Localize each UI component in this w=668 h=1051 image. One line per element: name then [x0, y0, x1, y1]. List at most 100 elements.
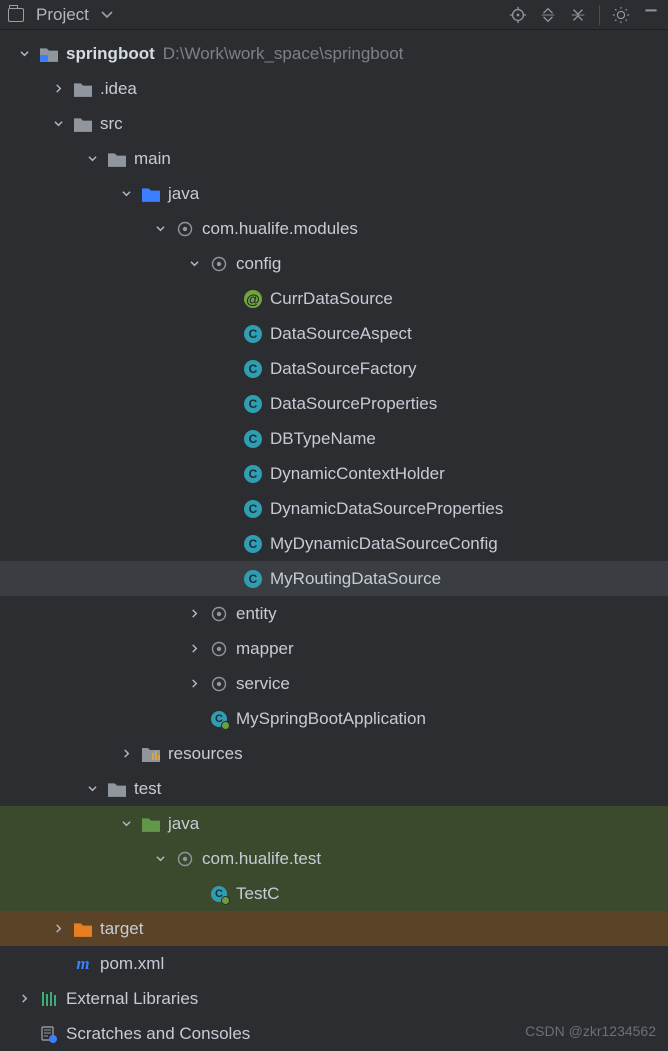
tree-row[interactable]: .idea — [0, 71, 668, 106]
tree-label: MyRoutingDataSource — [270, 569, 441, 589]
tree-label: main — [134, 149, 171, 169]
tree-row[interactable]: m pom.xml — [0, 946, 668, 981]
tree-row[interactable]: entity — [0, 596, 668, 631]
tree-label: DataSourceProperties — [270, 394, 437, 414]
chevron-right-icon[interactable] — [50, 924, 66, 933]
tree-label: java — [168, 184, 199, 204]
project-view-icon — [8, 8, 24, 22]
chevron-right-icon[interactable] — [118, 749, 134, 758]
chevron-down-icon[interactable] — [118, 189, 134, 198]
tree-row[interactable]: C DynamicContextHolder — [0, 456, 668, 491]
tree-row[interactable]: java — [0, 176, 668, 211]
tree-row[interactable]: C DBTypeName — [0, 421, 668, 456]
folder-icon — [74, 80, 92, 98]
tree-row[interactable]: C TestC — [0, 876, 668, 911]
tree-row[interactable]: C DataSourceAspect — [0, 316, 668, 351]
chevron-down-icon[interactable] — [101, 11, 113, 19]
class-icon: C — [244, 395, 262, 413]
tree-row[interactable]: C MySpringBootApplication — [0, 701, 668, 736]
tree-row[interactable]: mapper — [0, 631, 668, 666]
toolbar-separator — [599, 5, 600, 25]
tree-label: External Libraries — [66, 989, 198, 1009]
tree-label: com.hualife.test — [202, 849, 321, 869]
resources-folder-icon — [142, 745, 160, 763]
tree-row[interactable]: C DataSourceFactory — [0, 351, 668, 386]
chevron-down-icon[interactable] — [186, 259, 202, 268]
chevron-down-icon[interactable] — [16, 49, 32, 58]
class-icon: C — [244, 500, 262, 518]
chevron-right-icon[interactable] — [50, 84, 66, 93]
test-folder-icon — [142, 815, 160, 833]
tree-row[interactable]: main — [0, 141, 668, 176]
tree-label: test — [134, 779, 161, 799]
tree-label: DataSourceFactory — [270, 359, 416, 379]
tree-path: D:\Work\work_space\springboot — [163, 44, 404, 64]
tree-label: DynamicContextHolder — [270, 464, 445, 484]
class-icon: C — [244, 325, 262, 343]
tree-label: .idea — [100, 79, 137, 99]
chevron-down-icon[interactable] — [84, 784, 100, 793]
tree-row[interactable]: External Libraries — [0, 981, 668, 1016]
tree-label: MySpringBootApplication — [236, 709, 426, 729]
tree-row[interactable]: C DynamicDataSourceProperties — [0, 491, 668, 526]
chevron-right-icon[interactable] — [16, 994, 32, 1003]
project-tree[interactable]: springboot D:\Work\work_space\springboot… — [0, 30, 668, 1051]
maven-icon: m — [74, 955, 92, 973]
tree-label: MyDynamicDataSourceConfig — [270, 534, 498, 554]
tree-label: resources — [168, 744, 243, 764]
tree-row-selected[interactable]: C MyRoutingDataSource — [0, 561, 668, 596]
collapse-all-icon[interactable] — [569, 6, 587, 24]
package-icon — [210, 255, 228, 273]
class-icon: C — [244, 360, 262, 378]
package-icon — [210, 675, 228, 693]
tree-row-root[interactable]: springboot D:\Work\work_space\springboot — [0, 36, 668, 71]
tree-row[interactable]: service — [0, 666, 668, 701]
runnable-class-icon: C — [210, 885, 228, 903]
tree-row[interactable]: config — [0, 246, 668, 281]
tree-label: DataSourceAspect — [270, 324, 412, 344]
tree-label: target — [100, 919, 143, 939]
tree-label: com.hualife.modules — [202, 219, 358, 239]
chevron-down-icon[interactable] — [152, 224, 168, 233]
chevron-down-icon[interactable] — [50, 119, 66, 128]
tree-row[interactable]: target — [0, 911, 668, 946]
tree-row[interactable]: src — [0, 106, 668, 141]
locate-icon[interactable] — [509, 6, 527, 24]
scratches-icon — [40, 1025, 58, 1043]
package-icon — [210, 605, 228, 623]
expand-all-icon[interactable] — [539, 6, 557, 24]
tree-label: entity — [236, 604, 277, 624]
chevron-right-icon[interactable] — [186, 609, 202, 618]
tree-row[interactable]: test — [0, 771, 668, 806]
chevron-right-icon[interactable] — [186, 644, 202, 653]
tree-row[interactable]: C MyDynamicDataSourceConfig — [0, 526, 668, 561]
annotation-icon: @ — [244, 290, 262, 308]
package-icon — [210, 640, 228, 658]
tree-label: DBTypeName — [270, 429, 376, 449]
chevron-down-icon[interactable] — [118, 819, 134, 828]
source-folder-icon — [142, 185, 160, 203]
hide-icon[interactable] — [642, 6, 660, 24]
tree-row[interactable]: resources — [0, 736, 668, 771]
class-icon: C — [244, 570, 262, 588]
module-folder-icon — [40, 45, 58, 63]
chevron-down-icon[interactable] — [152, 854, 168, 863]
tree-label: CurrDataSource — [270, 289, 393, 309]
folder-icon — [74, 115, 92, 133]
tree-label: springboot — [66, 44, 155, 64]
tree-row[interactable]: com.hualife.modules — [0, 211, 668, 246]
tree-label: TestC — [236, 884, 279, 904]
folder-icon — [108, 150, 126, 168]
package-icon — [176, 220, 194, 238]
tree-row[interactable]: C DataSourceProperties — [0, 386, 668, 421]
tree-label: src — [100, 114, 123, 134]
tree-label: pom.xml — [100, 954, 164, 974]
tree-label: mapper — [236, 639, 294, 659]
tree-row[interactable]: com.hualife.test — [0, 841, 668, 876]
gear-icon[interactable] — [612, 6, 630, 24]
tree-row[interactable]: @ CurrDataSource — [0, 281, 668, 316]
chevron-right-icon[interactable] — [186, 679, 202, 688]
tree-label: config — [236, 254, 281, 274]
chevron-down-icon[interactable] — [84, 154, 100, 163]
tree-row[interactable]: java — [0, 806, 668, 841]
